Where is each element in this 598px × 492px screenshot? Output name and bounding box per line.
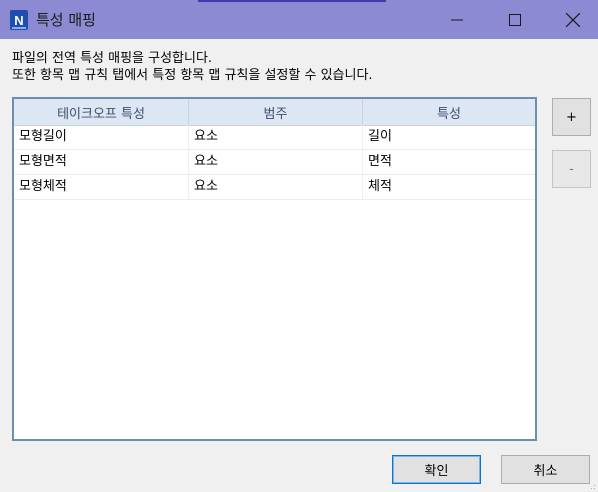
description-line-1: 파일의 전역 특성 매핑을 구성합니다.: [12, 51, 213, 66]
table-row[interactable]: 모형면적 요소 면적: [14, 150, 535, 175]
title-bar: N 특성 매핑: [0, 0, 598, 39]
column-header-takeoff-property[interactable]: 테이크오프 특성: [14, 99, 188, 125]
cell-category[interactable]: 요소: [194, 175, 218, 199]
cell-property[interactable]: 체적: [368, 175, 392, 199]
cell-category[interactable]: 요소: [194, 150, 218, 174]
grid-header: 테이크오프 특성 범주 특성: [14, 99, 535, 126]
cell-takeoff-property[interactable]: 모형길이: [19, 125, 67, 149]
add-row-button[interactable]: +: [552, 98, 591, 136]
app-icon: N: [10, 10, 28, 30]
resize-grip-icon[interactable]: [588, 482, 596, 490]
maximize-button[interactable]: [486, 0, 544, 39]
mapping-grid[interactable]: 테이크오프 특성 범주 특성 모형길이 요소 길이 모형면적 요소 면적 모형체…: [12, 97, 537, 441]
cell-takeoff-property[interactable]: 모형면적: [19, 150, 67, 174]
table-row[interactable]: 모형체적 요소 체적: [14, 175, 535, 200]
close-icon: [566, 12, 580, 27]
close-button[interactable]: [544, 0, 598, 39]
window-title: 특성 매핑: [36, 11, 96, 29]
cell-takeoff-property[interactable]: 모형체적: [19, 175, 67, 199]
cancel-button[interactable]: 취소: [501, 455, 590, 484]
description: 파일의 전역 특성 매핑을 구성합니다. 또한 항목 맵 규칙 탭에서 특정 항…: [12, 50, 373, 84]
maximize-icon: [509, 13, 521, 26]
minimize-button[interactable]: [428, 0, 486, 39]
cell-category[interactable]: 요소: [194, 125, 218, 149]
table-row[interactable]: 모형길이 요소 길이: [14, 125, 535, 150]
column-header-property[interactable]: 특성: [363, 99, 535, 125]
title-accent-strip: [198, 0, 386, 2]
cell-property[interactable]: 길이: [368, 125, 392, 149]
description-line-2: 또한 항목 맵 규칙 탭에서 특정 항목 맵 규칙을 설정할 수 있습니다.: [12, 68, 373, 83]
column-header-category[interactable]: 범주: [189, 99, 362, 125]
app-icon-letter: N: [14, 12, 24, 28]
ok-button[interactable]: 확인: [392, 455, 481, 484]
minimize-icon: [451, 19, 463, 20]
remove-row-button[interactable]: -: [552, 150, 591, 188]
cell-property[interactable]: 면적: [368, 150, 392, 174]
